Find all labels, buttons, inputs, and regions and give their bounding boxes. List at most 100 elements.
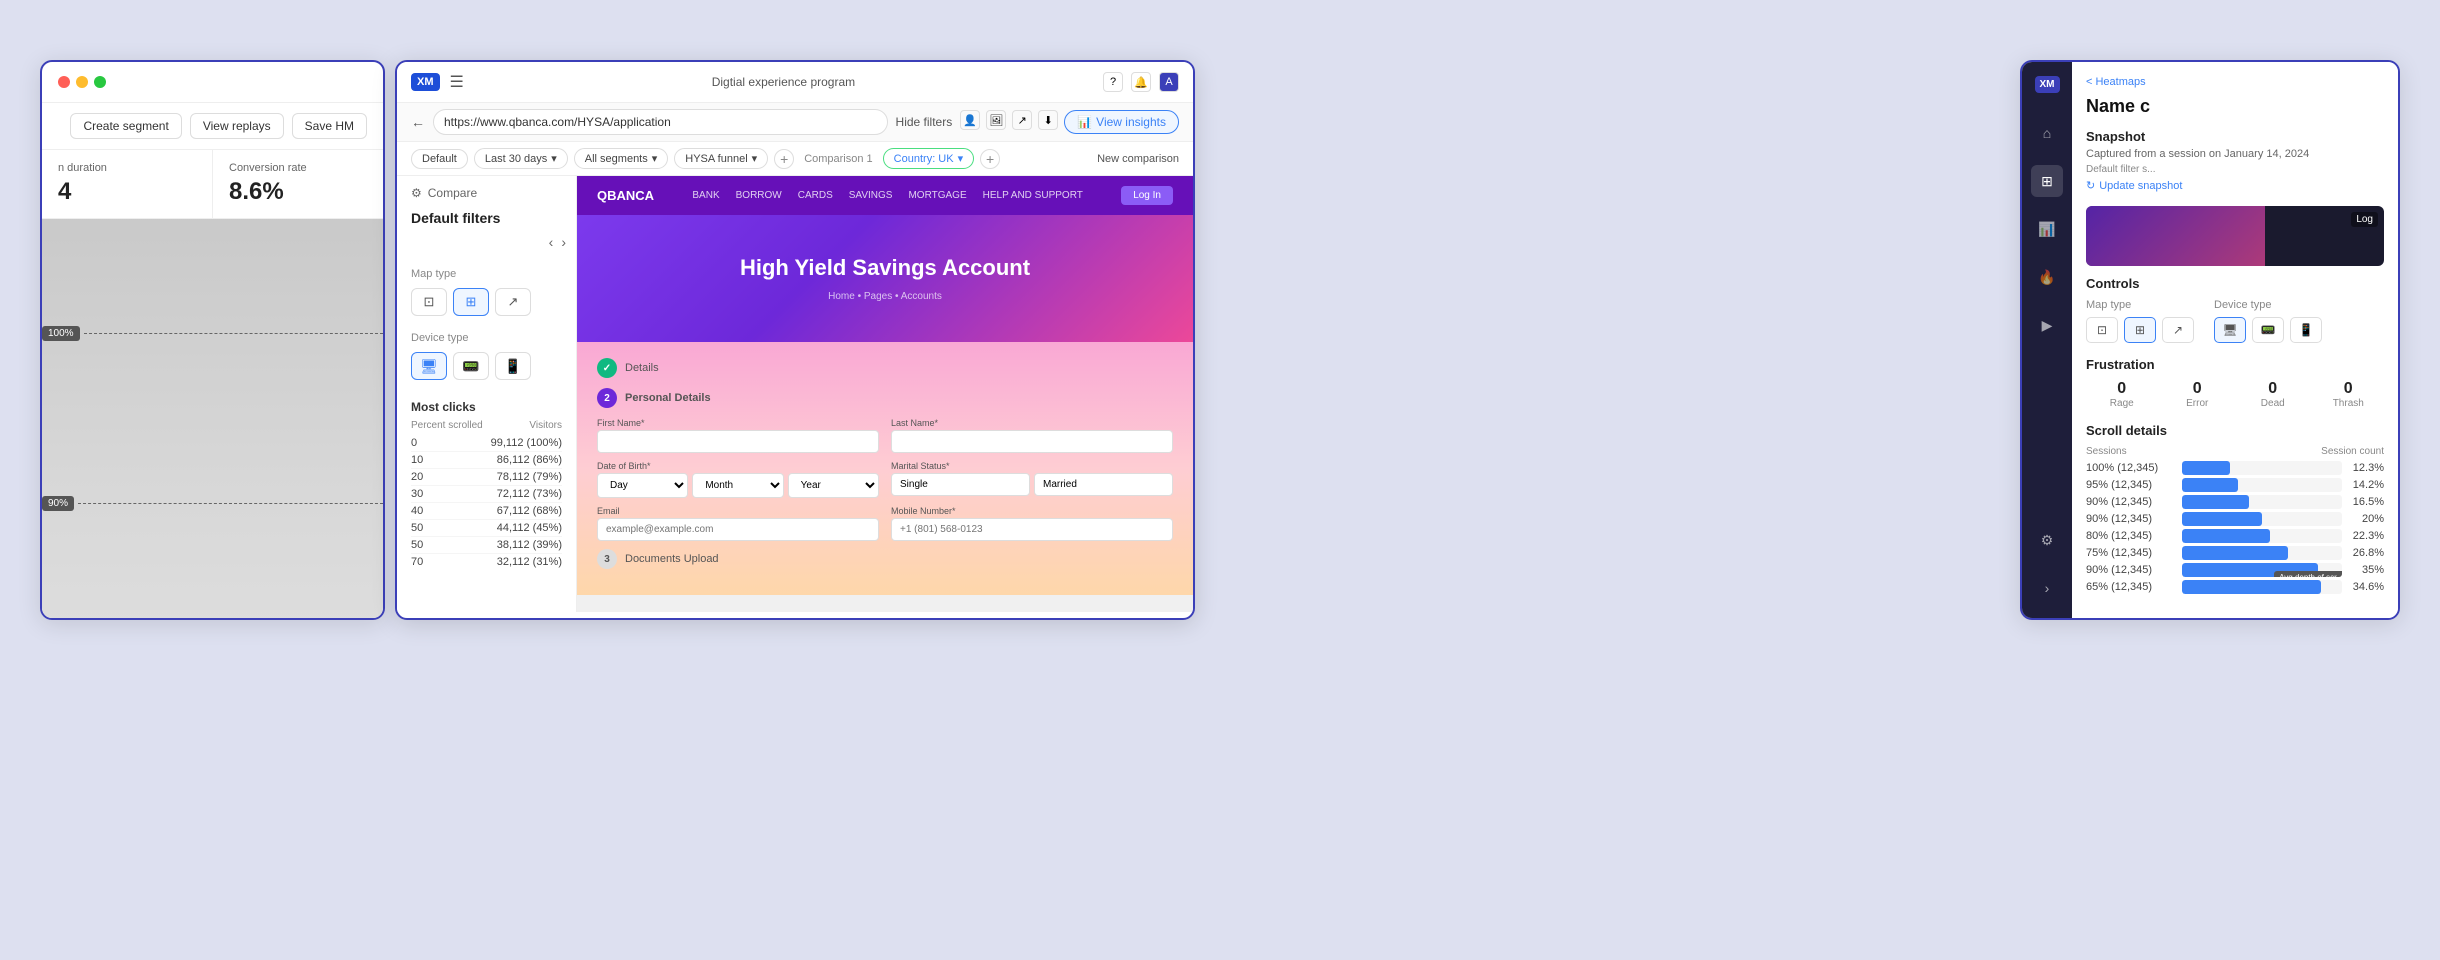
update-snapshot-button[interactable]: ↻ Update snapshot	[2086, 179, 2384, 192]
nav-replay-icon[interactable]: ▶	[2031, 309, 2063, 341]
help-icon[interactable]: ?	[1103, 72, 1123, 92]
ctrl-tablet-btn[interactable]: 📟	[2252, 317, 2284, 343]
dob-month-select[interactable]: Month	[692, 473, 783, 498]
nav-grid-icon[interactable]: ⊞	[2031, 165, 2063, 197]
all-segments-tag[interactable]: All segments ▾	[574, 148, 669, 169]
nav-help[interactable]: HELP AND SUPPORT	[983, 190, 1083, 201]
image-icon[interactable]: 🖼	[986, 110, 1006, 130]
view-insights-label: View insights	[1096, 115, 1166, 129]
email-group: Email	[597, 506, 879, 541]
main-preview: QBANCA BANK BORROW CARDS SAVINGS MORTGAG…	[577, 176, 1193, 612]
preview-thumbnail: Log	[2086, 206, 2384, 266]
scroll-table-header: Percent scrolled Visitors	[411, 420, 562, 431]
nav-home-icon[interactable]: ⌂	[2031, 117, 2063, 149]
last-name-input[interactable]	[891, 430, 1173, 453]
hamburger-icon[interactable]: ☰	[450, 72, 464, 92]
download-icon[interactable]: ⬇	[1038, 110, 1058, 130]
map-type-buttons: ⊡ ⊞ ↗	[2086, 317, 2194, 343]
snapshot-section: Snapshot Captured from a session on Janu…	[2086, 129, 2384, 192]
site-form-area: ✓ Details 2 Personal Details First Name*	[577, 342, 1193, 595]
scroll-map-button[interactable]: ⊞	[453, 288, 489, 316]
step-1: ✓ Details	[597, 358, 1173, 378]
marital-married-input[interactable]	[1034, 473, 1173, 496]
back-arrow-icon[interactable]: ←	[411, 114, 425, 130]
ctrl-click-btn[interactable]: ⊡	[2086, 317, 2118, 343]
scroll-100-label: 100%	[42, 326, 80, 341]
session-pct: 16.5%	[2348, 496, 2384, 508]
center-content: ⚙ Compare Default filters ‹ › Map type ⊡…	[397, 176, 1193, 612]
table-row: 4067,112 (68%)	[411, 503, 562, 520]
device-type-label: Device type	[411, 332, 562, 344]
view-insights-button[interactable]: 📊 View insights	[1064, 110, 1179, 134]
desktop-button[interactable]: 🖥	[411, 352, 447, 380]
url-input[interactable]	[433, 109, 888, 135]
add-filter-button[interactable]: +	[774, 149, 794, 169]
nav-chart-icon[interactable]: 📊	[2031, 213, 2063, 245]
first-name-input[interactable]	[597, 430, 879, 453]
user-avatar[interactable]: A	[1159, 72, 1179, 92]
email-input[interactable]	[597, 518, 879, 541]
nav-bank[interactable]: BANK	[692, 190, 719, 201]
chevron-down-icon-2: ▾	[652, 152, 658, 165]
sidebar-nav: ‹ ›	[397, 234, 576, 258]
duration-metric: n duration 4	[42, 150, 213, 218]
nav-cards[interactable]: CARDS	[798, 190, 833, 201]
session-count-label: Session count	[2321, 446, 2384, 457]
share-icon[interactable]: ↗	[1012, 110, 1032, 130]
ctrl-move-btn[interactable]: ↗	[2162, 317, 2194, 343]
users-icon[interactable]: 👤	[960, 110, 980, 130]
mobile-input[interactable]	[891, 518, 1173, 541]
site-login-button[interactable]: Log In	[1121, 186, 1173, 205]
dob-year-select[interactable]: Year	[788, 473, 879, 498]
most-clicks-title: Most clicks	[411, 400, 562, 414]
session-label: 75% (12,345)	[2086, 547, 2176, 559]
site-logo: QBANCA	[597, 188, 654, 203]
frustration-value: 0	[2162, 380, 2234, 398]
mobile-button[interactable]: 📱	[495, 352, 531, 380]
name-row: First Name* Last Name*	[597, 418, 1173, 453]
last-30-days-tag[interactable]: Last 30 days ▾	[474, 148, 568, 169]
table-row: 1086,112 (86%)	[411, 452, 562, 469]
dob-day-select[interactable]: Day	[597, 473, 688, 498]
save-hm-button[interactable]: Save HM	[292, 113, 367, 139]
back-heatmaps-link[interactable]: < Heatmaps	[2086, 76, 2384, 88]
nav-mortgage[interactable]: MORTGAGE	[908, 190, 966, 201]
nav-next-icon[interactable]: ›	[561, 234, 566, 250]
nav-savings[interactable]: SAVINGS	[849, 190, 893, 201]
frustration-label: Thrash	[2313, 398, 2385, 409]
bell-icon[interactable]: 🔔	[1131, 72, 1151, 92]
nav-prev-icon[interactable]: ‹	[549, 234, 554, 250]
country-uk-tag[interactable]: Country: UK ▾	[883, 148, 974, 169]
left-panel: Create segment View replays Save HM n du…	[40, 60, 385, 620]
hide-filters-button[interactable]: Hide filters	[896, 115, 953, 129]
nav-settings-icon[interactable]: ⚙	[2031, 524, 2063, 556]
ctrl-mobile-btn[interactable]: 📱	[2290, 317, 2322, 343]
ctrl-scroll-btn[interactable]: ⊞	[2124, 317, 2156, 343]
new-comparison-button[interactable]: New comparison	[1097, 153, 1179, 165]
chevron-down-icon: ▾	[551, 152, 557, 165]
map-type-section: Map type ⊡ ⊞ ↗	[397, 258, 576, 326]
frustration-label: Rage	[2086, 398, 2158, 409]
country-uk-label: Country: UK	[894, 153, 954, 165]
map-type-control: Map type ⊡ ⊞ ↗	[2086, 299, 2194, 343]
table-row: 5038,112 (39%)	[411, 537, 562, 554]
move-map-button[interactable]: ↗	[495, 288, 531, 316]
ctrl-desktop-btn[interactable]: 🖥	[2214, 317, 2246, 343]
add-comparison-button[interactable]: +	[980, 149, 1000, 169]
nav-expand-icon[interactable]: ›	[2031, 572, 2063, 604]
session-row: 65% (12,345) 34.6%	[2086, 580, 2384, 594]
view-replays-button[interactable]: View replays	[190, 113, 284, 139]
default-filter-tag[interactable]: Default	[411, 149, 468, 169]
filter-bar: Default Last 30 days ▾ All segments ▾ HY…	[397, 142, 1193, 176]
nav-heatmap-icon[interactable]: 🔥	[2031, 261, 2063, 293]
marital-single-input[interactable]	[891, 473, 1030, 496]
click-map-button[interactable]: ⊡	[411, 288, 447, 316]
nav-borrow[interactable]: BORROW	[736, 190, 782, 201]
email-mobile-row: Email Mobile Number*	[597, 506, 1173, 541]
tablet-button[interactable]: 📟	[453, 352, 489, 380]
hysa-funnel-tag[interactable]: HYSA funnel ▾	[674, 148, 768, 169]
map-type-label: Map type	[411, 268, 562, 280]
create-segment-button[interactable]: Create segment	[70, 113, 181, 139]
session-pct: 22.3%	[2348, 530, 2384, 542]
right-content: < Heatmaps Name c Snapshot Captured from…	[2072, 62, 2398, 618]
